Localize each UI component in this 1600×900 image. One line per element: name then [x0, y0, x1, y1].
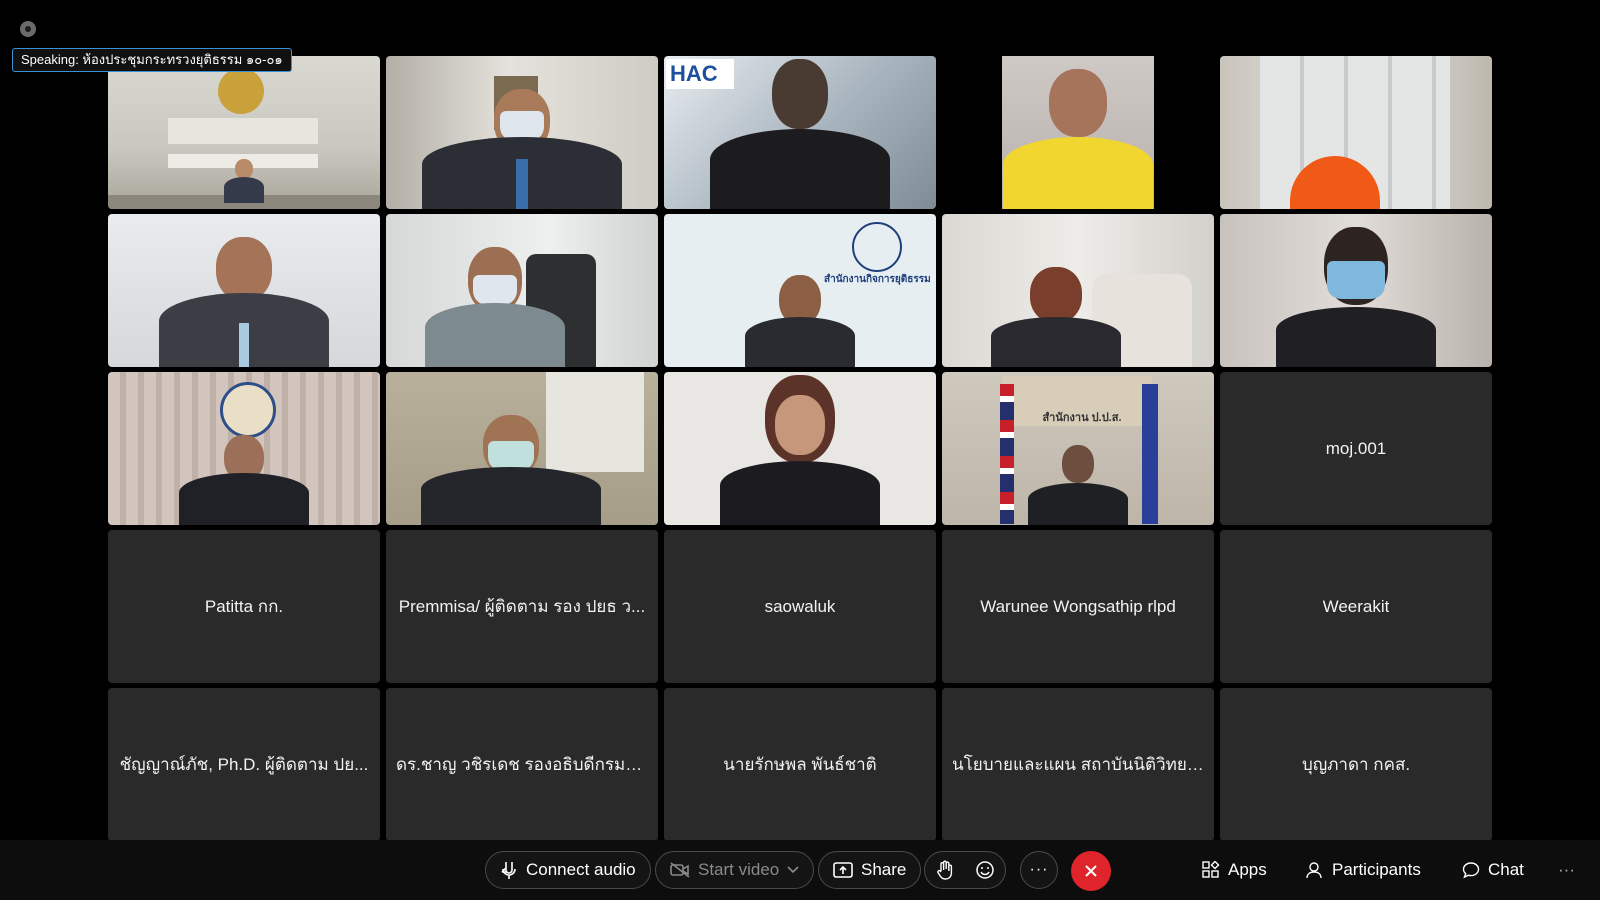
video-off-icon	[670, 862, 690, 878]
participants-label: Participants	[1332, 860, 1421, 879]
reactions-group	[924, 851, 1006, 889]
participant-tile[interactable]: moj.001	[1220, 372, 1492, 525]
leave-meeting-button[interactable]	[1071, 851, 1111, 891]
video-tile[interactable]	[108, 214, 380, 367]
emblem-icon	[220, 382, 276, 438]
video-tile[interactable]	[1220, 214, 1492, 367]
overflow-icon: ···	[1558, 860, 1575, 879]
participant-tile[interactable]: บุญภาดา กคส.	[1220, 688, 1492, 841]
share-icon	[833, 862, 853, 878]
participant-tile[interactable]: Patitta กก.	[108, 530, 380, 683]
more-icon: ···	[1029, 861, 1049, 878]
participant-name: Warunee Wongsathip rlpd	[980, 596, 1176, 616]
settings-icon[interactable]	[20, 21, 36, 37]
video-tile[interactable]	[942, 214, 1214, 367]
participant-tile[interactable]: ดร.ชาญ วชิรเดช รองอธิบดีกรมรา...	[386, 688, 658, 841]
apps-button[interactable]: Apps	[1202, 851, 1267, 889]
meeting-toolbar: Connect audio Start video Share ··· Apps…	[0, 840, 1600, 900]
video-tile[interactable]: สำนักงาน ป.ป.ส.	[942, 372, 1214, 525]
participant-tile[interactable]: Warunee Wongsathip rlpd	[942, 530, 1214, 683]
video-tile[interactable]	[386, 56, 658, 209]
video-tile[interactable]: HAC	[664, 56, 936, 209]
participant-name: บุญภาดา กคส.	[1301, 755, 1411, 774]
participant-tile[interactable]: นโยบายและแผน สถาบันนิติวิทยาศ...	[942, 688, 1214, 841]
speaking-indicator: Speaking: ห้องประชุมกระทรวงยุติธรรม ๑๐-๐…	[12, 48, 292, 72]
chevron-down-icon[interactable]	[787, 866, 799, 874]
start-video-button[interactable]: Start video	[655, 851, 815, 889]
participant-tile[interactable]: นายรักษพล พันธ์ชาติ	[664, 688, 936, 841]
participant-tile[interactable]: Weerakit	[1220, 530, 1492, 683]
video-grid: HAC สำนักงานกิจการยุติธรรม สำนักงาน ป.ป.…	[108, 56, 1492, 841]
participant-tile[interactable]: ชัญญาณ์ภัช, Ph.D. ผู้ติดตาม ปย...	[108, 688, 380, 841]
participant-name: saowaluk	[764, 596, 836, 616]
apps-icon	[1202, 861, 1220, 879]
start-video-label: Start video	[698, 860, 780, 879]
participant-name: ชัญญาณ์ภัช, Ph.D. ผู้ติดตาม ปย...	[119, 755, 369, 774]
office-sign: สำนักงาน ป.ป.ส.	[1042, 412, 1122, 424]
connect-audio-button[interactable]: Connect audio	[485, 851, 651, 889]
apps-label: Apps	[1228, 860, 1267, 879]
participant-name: นโยบายและแผน สถาบันนิติวิทยาศ...	[952, 755, 1204, 774]
video-tile[interactable]	[1220, 56, 1492, 209]
raise-hand-icon[interactable]	[936, 860, 954, 880]
participant-name: Patitta กก.	[204, 597, 284, 616]
participant-name: ดร.ชาญ วชิรเดช รองอธิบดีกรมรา...	[396, 755, 648, 774]
video-tile[interactable]	[108, 56, 380, 209]
seal-icon	[852, 222, 902, 272]
close-icon	[1083, 863, 1099, 879]
chat-icon	[1462, 861, 1480, 879]
participant-name: moj.001	[1325, 438, 1387, 458]
video-tile[interactable]	[664, 372, 936, 525]
emblem-icon	[218, 68, 264, 114]
participant-name: Premmisa/ ผู้ติดตาม รอง ปยธ ว...	[398, 597, 646, 616]
participant-name: Weerakit	[1322, 596, 1390, 616]
overflow-menu-button[interactable]: ···	[1558, 851, 1575, 889]
video-tile[interactable]: สำนักงานกิจการยุติธรรม	[664, 214, 936, 367]
participant-tile[interactable]: saowaluk	[664, 530, 936, 683]
share-button[interactable]: Share	[818, 851, 922, 889]
chat-label: Chat	[1488, 860, 1524, 879]
video-tile[interactable]	[386, 214, 658, 367]
chat-button[interactable]: Chat	[1462, 851, 1524, 889]
share-label: Share	[861, 860, 907, 879]
participant-tile[interactable]: Premmisa/ ผู้ติดตาม รอง ปยธ ว...	[386, 530, 658, 683]
participant-name: นายรักษพล พันธ์ชาติ	[723, 755, 877, 774]
participants-icon	[1306, 861, 1324, 879]
audio-icon	[500, 860, 518, 880]
reaction-icon[interactable]	[975, 860, 995, 880]
more-options-button[interactable]: ···	[1020, 851, 1058, 889]
participants-button[interactable]: Participants	[1306, 851, 1421, 889]
video-tile[interactable]	[942, 56, 1214, 209]
video-tile[interactable]	[108, 372, 380, 525]
connect-audio-label: Connect audio	[526, 860, 636, 879]
video-tile[interactable]	[386, 372, 658, 525]
